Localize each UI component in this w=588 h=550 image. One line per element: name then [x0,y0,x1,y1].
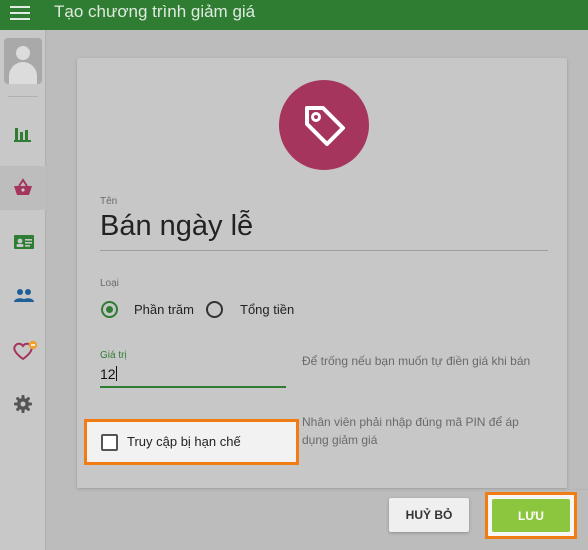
app-header: Tạo chương trình giảm giá [0,0,588,30]
contact-card-icon [14,235,34,249]
people-icon [14,289,34,302]
name-field[interactable]: Bán ngày lễ [100,210,253,243]
restricted-access-option[interactable]: Truy cập bị hạn chế [84,419,299,465]
sidebar-item-reports[interactable] [0,112,46,156]
restricted-hint: Nhân viên phải nhập đúng mã PIN để áp dụ… [302,415,519,447]
sidebar-item-customers[interactable] [0,220,46,264]
sidebar [0,30,46,550]
cancel-button[interactable]: HUỶ BỎ [389,498,469,532]
radio-percent-label[interactable]: Phần trăm [134,302,194,317]
radio-total[interactable] [206,301,223,318]
footer-divider [77,489,588,490]
restricted-access-label[interactable]: Truy cập bị hạn chế [127,434,241,449]
type-label: Loại [100,278,119,289]
name-field-underline [100,250,548,251]
sidebar-item-settings[interactable] [0,382,46,426]
sidebar-item-staff[interactable] [0,274,46,318]
hamburger-menu-icon[interactable] [10,6,30,22]
text-caret [115,366,117,381]
heart-icon [13,340,38,361]
restricted-access-checkbox[interactable] [101,434,118,451]
name-label: Tên [100,196,118,207]
radio-percent[interactable] [101,301,118,318]
save-button-highlight: LƯU [485,492,577,539]
page-title: Tạo chương trình giảm giá [54,2,256,21]
shopping-basket-icon [14,178,32,195]
radio-total-label[interactable]: Tổng tiền [240,302,294,317]
value-hint: Để trống nếu bạn muốn tự điền giá khi bá… [302,354,531,368]
sidebar-divider [8,96,38,97]
save-button[interactable]: LƯU [492,499,570,532]
price-tag-badge [279,80,369,170]
sidebar-item-products[interactable] [0,166,46,210]
value-label: Giá trị [100,350,127,361]
value-input[interactable]: 12 [100,366,286,388]
avatar[interactable] [4,38,42,84]
bar-chart-icon [14,128,31,142]
sidebar-item-loyalty[interactable] [0,328,46,372]
price-tag-icon [305,106,345,146]
gear-icon [14,395,32,413]
value-text: 12 [100,366,116,382]
